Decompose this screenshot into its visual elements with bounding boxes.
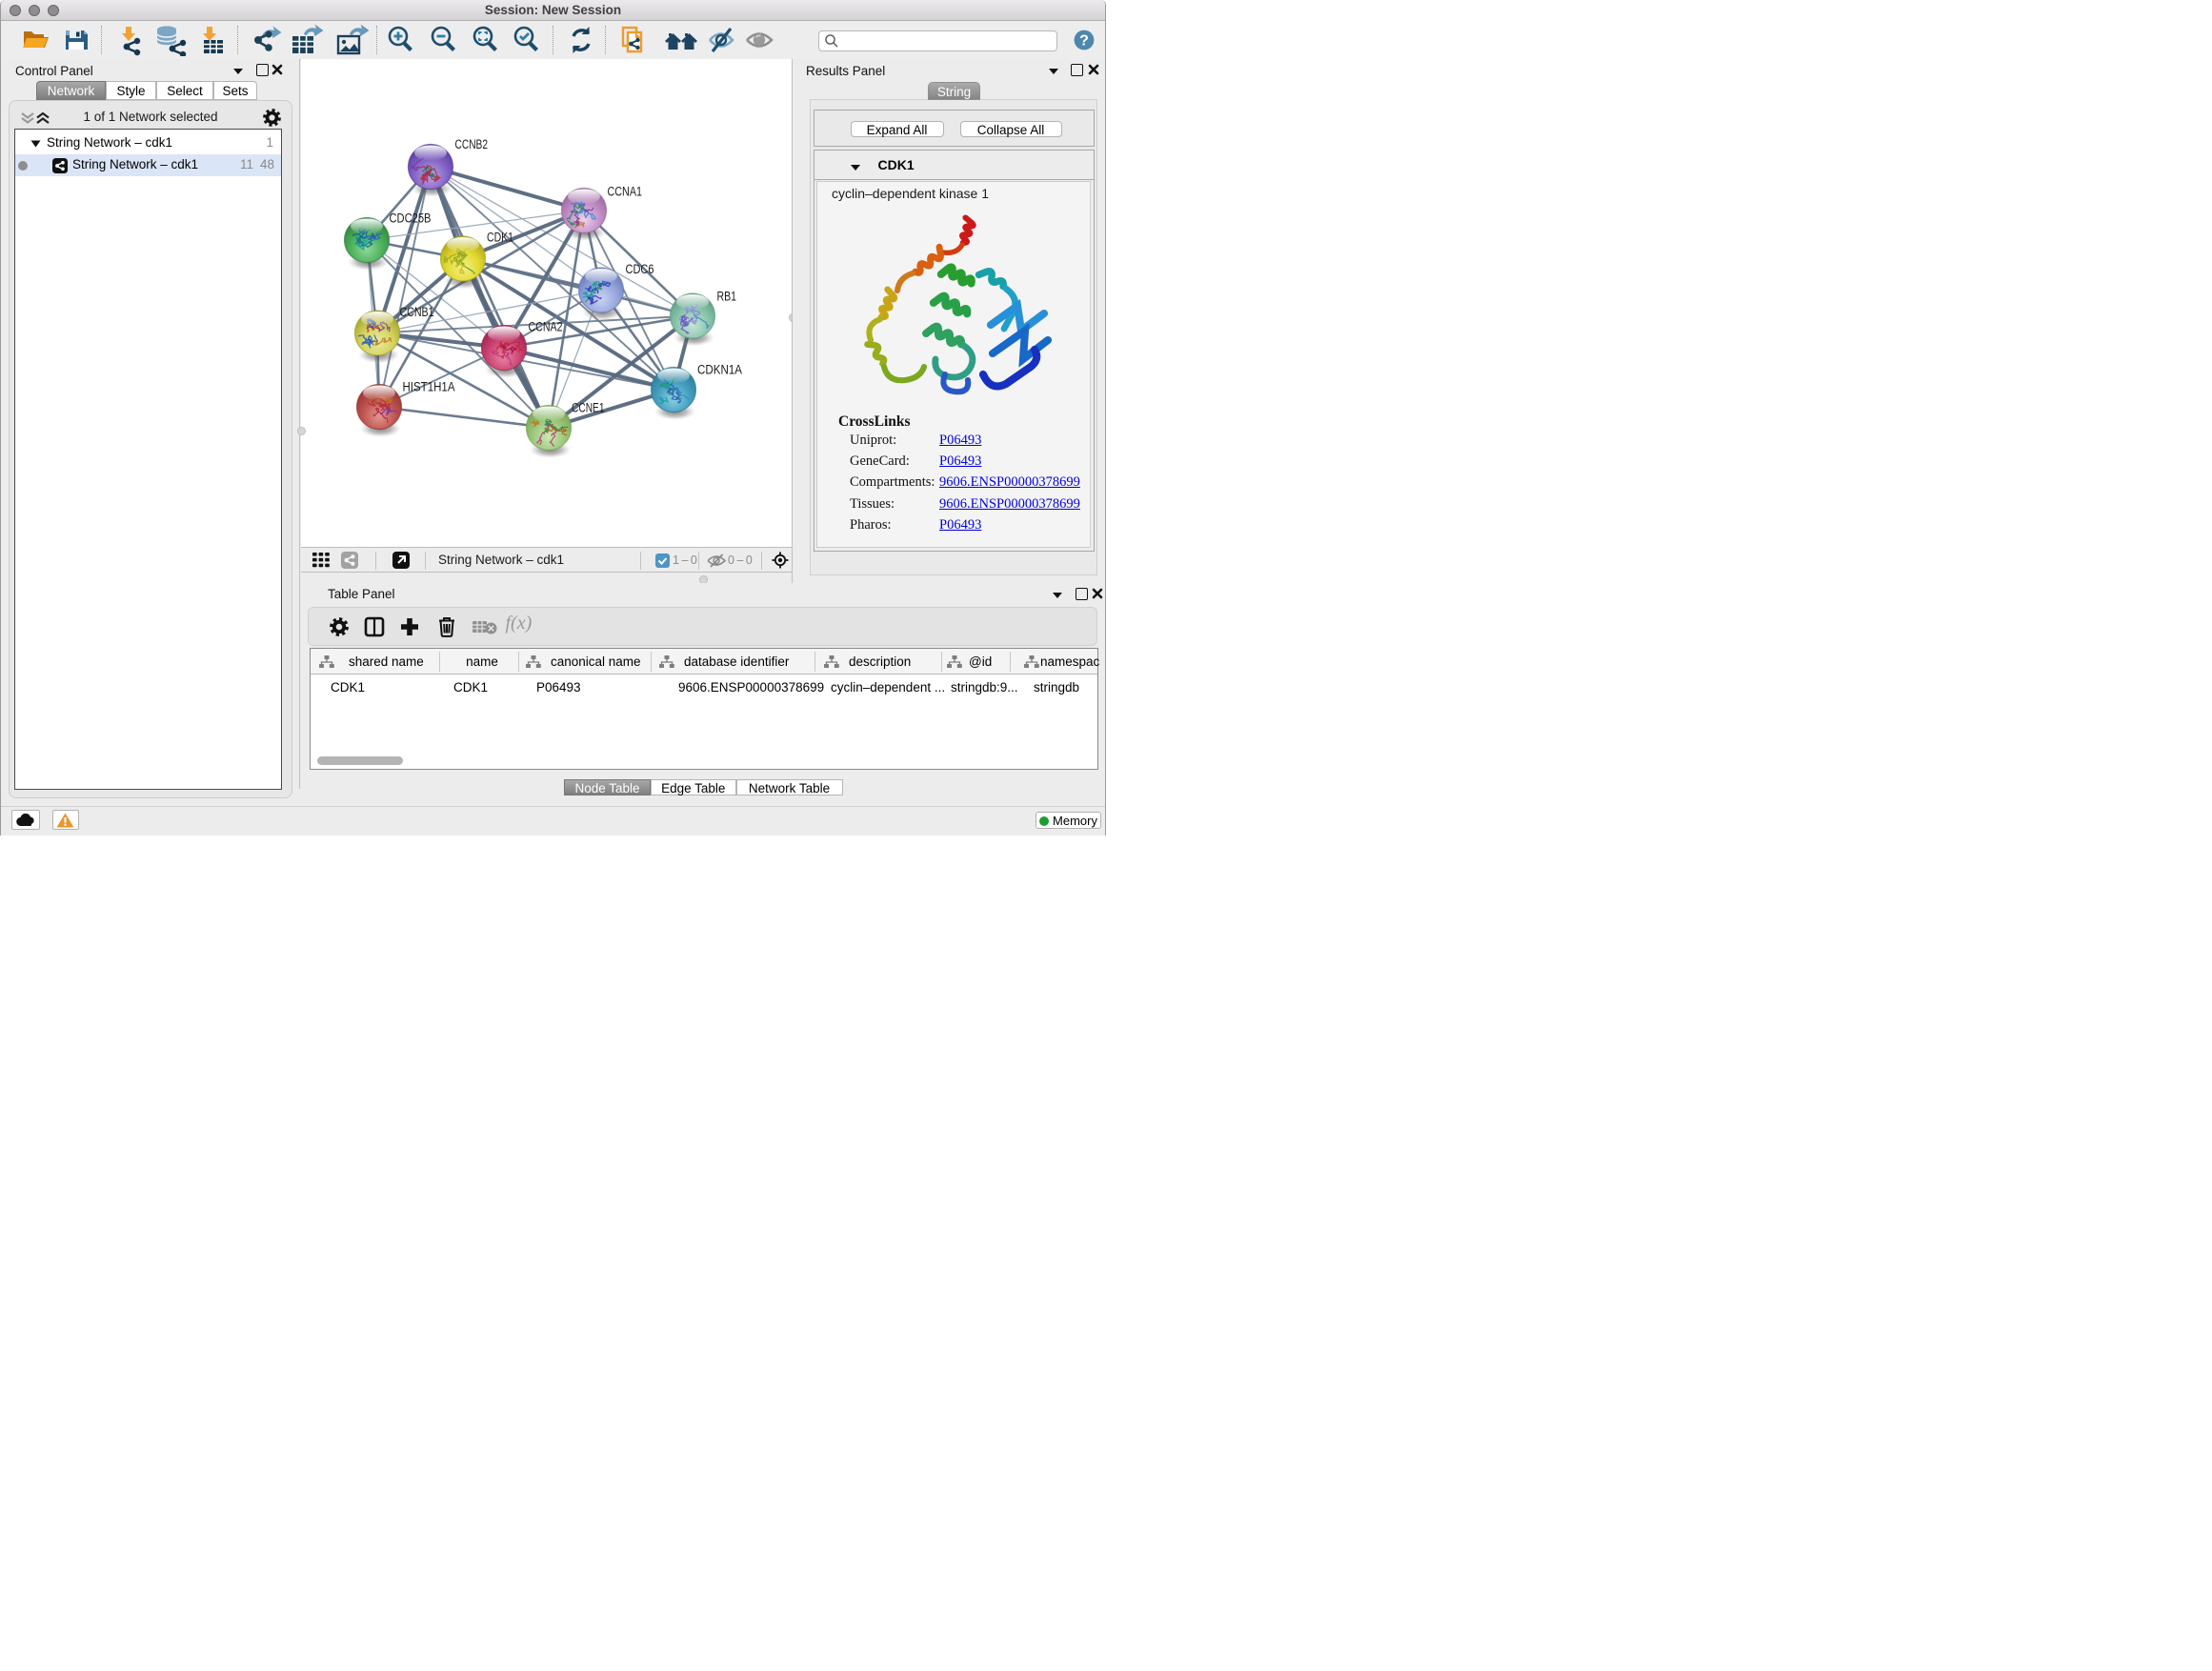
svg-text:CCNB2: CCNB2 xyxy=(455,137,489,151)
svg-text:CDC25B: CDC25B xyxy=(390,211,432,226)
svg-text:RB1: RB1 xyxy=(717,290,737,304)
svg-text:CDK1: CDK1 xyxy=(487,231,513,245)
svg-text:CCNB1: CCNB1 xyxy=(400,305,434,319)
svg-text:CCNE1: CCNE1 xyxy=(572,401,605,415)
svg-text:?: ? xyxy=(1079,33,1089,50)
svg-text:CDKN1A: CDKN1A xyxy=(697,363,742,377)
svg-text:HIST1H1A: HIST1H1A xyxy=(403,380,455,394)
svg-text:CDC6: CDC6 xyxy=(626,262,654,276)
svg-text:CCNA2: CCNA2 xyxy=(529,320,563,334)
svg-text:CCNA1: CCNA1 xyxy=(608,185,643,199)
